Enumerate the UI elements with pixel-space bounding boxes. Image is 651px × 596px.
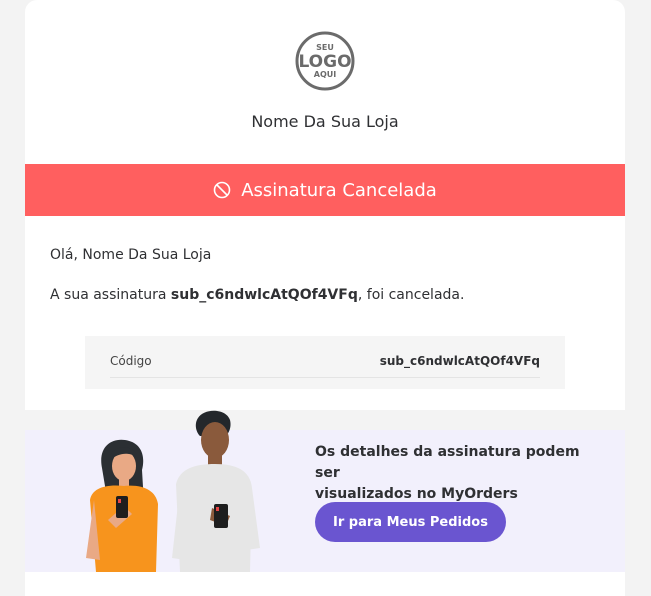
logo-top-text: SEU [316,43,334,52]
email-card: SEU LOGO AQUI Nome Da Sua Loja Assinatur… [25,0,625,596]
code-label: Código [110,354,152,368]
promo-text-line1: Os detalhes da assinatura podem ser [315,444,580,481]
people-with-phones-illustration [86,410,260,572]
subscription-id: sub_c6ndwlcAtQOf4VFq [170,287,358,303]
details-divider [110,377,540,378]
go-to-my-orders-button[interactable]: Ir para Meus Pedidos [315,502,506,542]
store-logo: SEU LOGO AQUI [295,31,355,91]
message-prefix: A sua assinatura [50,287,171,303]
email-header: SEU LOGO AQUI Nome Da Sua Loja [25,0,625,164]
cancelled-banner: Assinatura Cancelada [25,164,625,216]
cancel-message: A sua assinatura sub_c6ndwlcAtQOf4VFq, f… [50,287,464,303]
email-footer [25,572,625,596]
email-body: Olá, Nome Da Sua Loja A sua assinatura s… [25,216,625,410]
code-value: sub_c6ndwlcAtQOf4VFq [379,354,540,368]
banner-title: Assinatura Cancelada [241,179,437,201]
message-suffix: , foi cancelada. [357,287,465,303]
cancel-icon [213,181,231,199]
myorders-promo: Os detalhes da assinatura podem ser visu… [25,410,625,572]
store-name: Nome Da Sua Loja [251,112,399,131]
logo-main-text: LOGO [298,52,351,72]
details-box: Código sub_c6ndwlcAtQOf4VFq [85,336,565,389]
promo-text: Os detalhes da assinatura podem ser visu… [315,442,595,505]
logo-bottom-text: AQUI [314,70,336,79]
greeting: Olá, Nome Da Sua Loja [50,247,212,263]
